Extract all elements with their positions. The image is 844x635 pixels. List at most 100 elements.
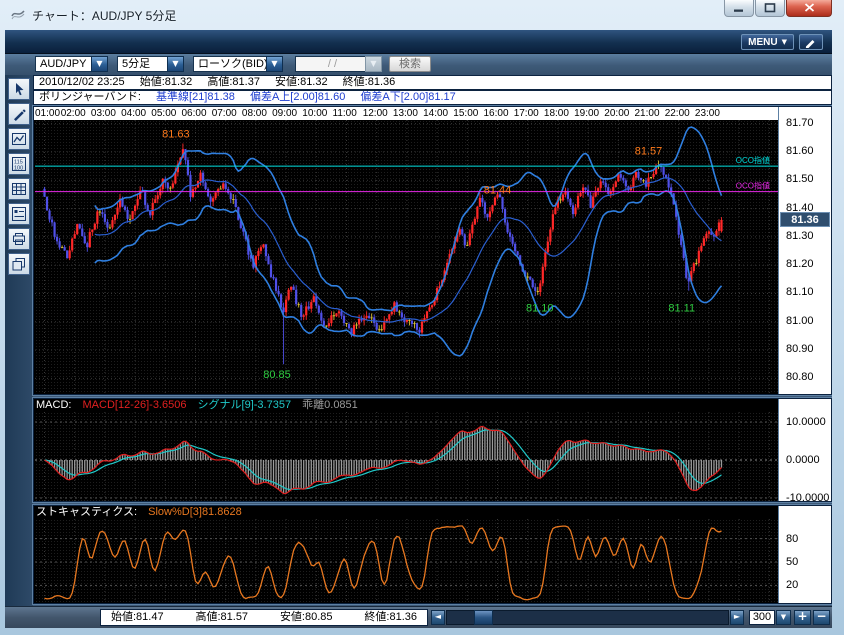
minimize-icon — [734, 9, 743, 12]
chart-annotation: 81.57 — [635, 146, 663, 158]
printer-icon[interactable] — [8, 228, 30, 250]
toolbar: AUD/JPY ▼ 5分足 ▼ ローソク(BID) ▼ / / ▼ 検索 — [5, 54, 832, 75]
price-chart[interactable]: OCO指値 OCO指値 81.63 81.57 81.44 81.10 81.11 80.85 — [35, 120, 778, 393]
time-tick: 06:00 — [181, 108, 207, 119]
chart-annotation: 81.44 — [484, 184, 512, 196]
macd-signal: シグナル[9]-3.7357 — [197, 399, 292, 411]
menu-button[interactable]: MENU ▼ — [741, 34, 794, 50]
timeframe-select-arrow-icon[interactable]: ▼ — [167, 56, 184, 72]
zoom-out-button[interactable]: − — [813, 610, 830, 625]
session-low: 安値:80.85 — [279, 611, 333, 623]
screen: チャート：AUD/JPY 5分足 MENU ▼ AUD/JPY ▼ 5分足 ▼ … — [0, 0, 844, 635]
chart-style-select[interactable]: ローソク(BID) — [193, 56, 267, 72]
time-tick: 20:00 — [604, 108, 630, 119]
pair-select-arrow-icon[interactable]: ▼ — [91, 56, 108, 72]
macd-panel: MACD: MACD[12-26]-3.6506 シグナル[9]-3.7357 … — [33, 398, 832, 504]
order-line-label: OCO指値 — [736, 181, 770, 191]
quote-close: 終値:81.36 — [342, 76, 396, 88]
settings-form-icon[interactable] — [8, 203, 30, 225]
candles-layer — [43, 143, 723, 365]
titlebar[interactable]: チャート：AUD/JPY 5分足 — [0, 0, 844, 30]
macd-tick: 0.0000 — [786, 454, 820, 466]
indicator-chart-icon[interactable] — [8, 128, 30, 150]
pointer-icon[interactable] — [8, 78, 30, 100]
chart-annotation: 81.11 — [668, 303, 695, 315]
price-tick: 81.00 — [786, 314, 814, 327]
stochastics-header: ストキャスティクス: Slow%D[3]81.8628 — [36, 506, 776, 519]
stochastics-line — [44, 525, 722, 601]
chart-annotation: 81.63 — [162, 129, 190, 141]
window-title: チャート：AUD/JPY 5分足 — [32, 9, 177, 23]
macd-tick: 10.0000 — [786, 416, 826, 428]
zoom-in-button[interactable]: + — [794, 610, 811, 625]
macd-label: MACD: — [36, 399, 72, 411]
maximize-icon — [764, 3, 776, 13]
macd-divergence: 乖離0.0851 — [302, 399, 358, 411]
quote-list-icon[interactable]: 115 100 — [8, 153, 30, 175]
new-window-icon[interactable] — [8, 253, 30, 275]
grid-layer — [35, 120, 778, 393]
stochastics-axis: 80 50 20 — [778, 506, 831, 603]
time-tick: 22:00 — [664, 108, 690, 119]
time-tick: 02:00 — [60, 108, 86, 119]
search-button[interactable]: 検索 — [389, 56, 431, 72]
scroll-left-button[interactable]: ◄ — [431, 610, 445, 625]
time-tick: 03:00 — [90, 108, 116, 119]
time-tick: 18:00 — [543, 108, 569, 119]
time-tick: 17:00 — [513, 108, 539, 119]
edit-pen-button[interactable] — [799, 34, 823, 50]
quote-open: 始値:81.32 — [139, 76, 193, 88]
current-price-tag: 81.36 — [780, 211, 830, 227]
time-tick: 05:00 — [151, 108, 177, 119]
pencil-icon[interactable] — [8, 103, 30, 125]
menu-strip: MENU ▼ — [5, 30, 832, 54]
date-select-arrow-icon: ▼ — [365, 56, 382, 72]
bollinger-upper: 偏差A上[2.00]81.60 — [249, 91, 346, 103]
scroll-right-button[interactable]: ► — [730, 610, 744, 625]
price-tick: 80.90 — [786, 343, 814, 356]
time-tick: 23:00 — [694, 108, 720, 119]
price-tick: 81.10 — [786, 286, 814, 299]
bar-count-input[interactable]: 300 — [749, 610, 775, 625]
stochastics-panel: ストキャスティクス: Slow%D[3]81.8628 80 50 20 — [33, 505, 832, 604]
bar-count-arrow-icon[interactable]: ▼ — [776, 610, 791, 625]
macd-tick: -10.0000 — [786, 492, 830, 504]
pencil-icon — [805, 40, 815, 48]
price-tick: 81.50 — [786, 173, 814, 186]
scrollbar-thumb[interactable] — [474, 610, 493, 625]
price-chart-panel: 01:00 02:00 03:00 04:00 05:00 06:00 07:00 08:00… — [33, 106, 832, 395]
chart-style-select-arrow-icon[interactable]: ▼ — [266, 56, 283, 72]
macd-header: MACD: MACD[12-26]-3.6506 シグナル[9]-3.7357 … — [36, 399, 776, 412]
maximize-button[interactable] — [755, 0, 785, 17]
bollinger-lower: 偏差A下[2.00]81.17 — [360, 91, 456, 103]
time-tick: 11:00 — [332, 108, 357, 119]
app-body: MENU ▼ AUD/JPY ▼ 5分足 ▼ ローソク(BID) ▼ / / ▼… — [5, 30, 832, 628]
pair-select[interactable]: AUD/JPY — [35, 56, 92, 72]
time-tick: 09:00 — [272, 108, 298, 119]
session-open: 始値:81.47 — [111, 611, 164, 623]
stochastics-label: ストキャスティクス: — [36, 506, 138, 518]
close-button[interactable] — [786, 0, 832, 17]
time-tick: 21:00 — [634, 108, 660, 119]
price-tick: 81.70 — [786, 116, 814, 129]
price-tick: 81.60 — [786, 144, 814, 157]
price-tick: 81.20 — [786, 258, 814, 271]
session-ohlc: 始値:81.47 高値:81.57 安値:80.85 終値:81.36 — [100, 609, 428, 626]
time-tick: 13:00 — [392, 108, 418, 119]
time-tick: 19:00 — [574, 108, 600, 119]
time-tick: 12:00 — [362, 108, 388, 119]
time-tick: 07:00 — [211, 108, 237, 119]
date-input[interactable]: / / — [295, 56, 366, 72]
timeframe-select[interactable]: 5分足 — [117, 56, 168, 72]
macd-chart[interactable] — [35, 412, 778, 501]
session-close: 終値:81.36 — [364, 611, 417, 623]
minimize-button[interactable] — [724, 0, 754, 17]
bollinger-bar: ボリンジャーバンド: 基準線[21]81.38 偏差A上[2.00]81.60 … — [33, 90, 832, 105]
bollinger-center: 基準線[21]81.38 — [156, 91, 235, 103]
stochastics-chart[interactable] — [35, 519, 778, 603]
time-tick: 08:00 — [241, 108, 267, 119]
grid-icon[interactable] — [8, 178, 30, 200]
time-tick: 10:00 — [302, 108, 328, 119]
app-icon — [10, 7, 26, 23]
time-axis: 01:00 02:00 03:00 04:00 05:00 06:00 07:00 08:00… — [34, 107, 778, 120]
